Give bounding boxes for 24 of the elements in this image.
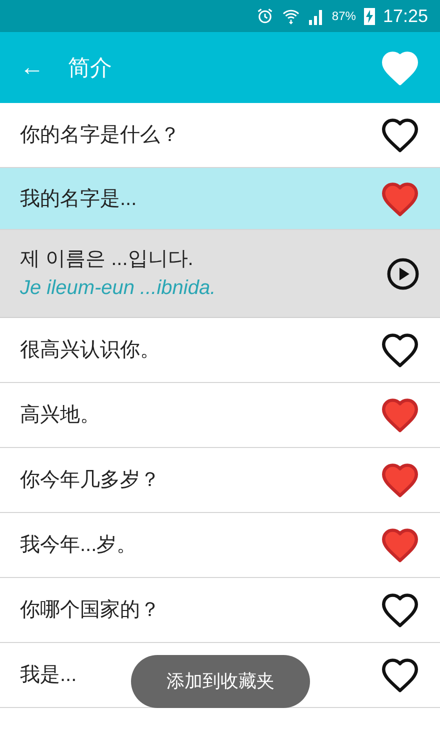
heart-icon[interactable] — [380, 117, 420, 153]
phrase-text: 你今年几多岁？ — [20, 468, 160, 493]
signal-icon — [308, 7, 324, 25]
korean-text: 제 이름은 ...입니다. — [20, 246, 194, 272]
phrase-text: 我是... — [20, 663, 77, 688]
phrase-text: 你哪个国家的？ — [20, 598, 160, 623]
phrase-text: 你的名字是什么？ — [20, 123, 180, 148]
clock: 17:25 — [382, 4, 428, 28]
romanization-text: Je ileum-eun ...ibnida. — [20, 276, 216, 300]
battery-percent: 87% — [332, 8, 356, 25]
phrase-text: 我的名字是... — [20, 186, 137, 212]
play-icon[interactable] — [386, 256, 420, 290]
phrase-row[interactable]: 我的名字是... — [0, 168, 440, 230]
toast: 添加到收藏夹 — [131, 655, 310, 708]
battery-icon — [364, 7, 375, 25]
wifi-icon — [282, 7, 300, 25]
heart-icon[interactable] — [380, 592, 420, 628]
heart-icon[interactable] — [380, 657, 420, 693]
phrase-text: 很高兴认识你。 — [20, 338, 160, 363]
phrase-text: 我今年...岁。 — [20, 533, 137, 558]
alarm-icon — [256, 7, 274, 25]
phrase-text: 高兴地。 — [20, 403, 100, 428]
page-title: 简介 — [68, 54, 113, 82]
heart-icon[interactable] — [380, 332, 420, 368]
